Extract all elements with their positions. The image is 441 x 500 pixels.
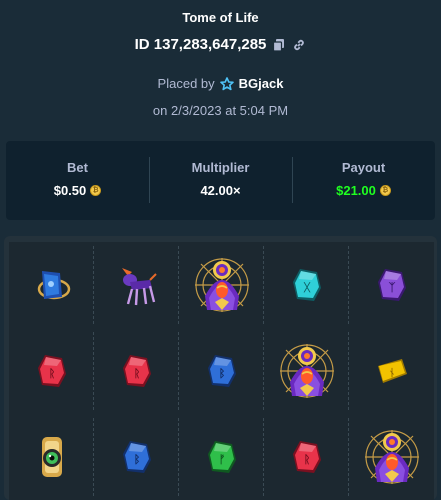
copy-icon[interactable]: [272, 38, 286, 52]
reel-cell: [9, 414, 94, 500]
purple-rune-icon: ᛉ: [375, 266, 409, 304]
bet-label: Bet: [67, 160, 88, 175]
payout-stat: Payout $21.00 ₿: [292, 141, 435, 220]
red-rune-icon: ᚱ: [120, 352, 154, 390]
reel-cell: ᚠ: [179, 414, 264, 500]
red-rune-icon: ᚱ: [290, 438, 324, 476]
multiplier-label: Multiplier: [191, 160, 250, 175]
multiplier-value: 42.00×: [200, 183, 241, 198]
reel-cell: [9, 242, 94, 328]
eye-priestess-wild-icon: [361, 426, 423, 488]
reel-cell: [179, 242, 264, 328]
svg-text:ᚠ: ᚠ: [218, 453, 225, 466]
game-title[interactable]: Tome of Life: [0, 10, 441, 25]
eye-priestess-wild-icon: [191, 254, 253, 316]
reel-cell: [94, 242, 179, 328]
link-icon[interactable]: [292, 38, 306, 52]
eye-priestess-wild-icon: [276, 340, 338, 402]
vip-star-icon: [219, 76, 234, 91]
green-rune-icon: ᚠ: [205, 438, 239, 476]
reel-cell: ᛒ: [179, 328, 264, 414]
svg-text:ᚷ: ᚷ: [302, 281, 310, 294]
placed-date: on 2/3/2023 at 5:04 PM: [152, 103, 289, 118]
reel-cell: [349, 414, 434, 500]
currency-coin-icon: ₿: [379, 185, 391, 196]
placed-by-row: Placed by BGjack: [0, 76, 441, 91]
bet-stat: Bet $0.50 ₿: [6, 141, 149, 220]
reel-cell: ᚱ: [9, 328, 94, 414]
purple-creature-icon: [116, 262, 158, 308]
bet-value: $0.50: [53, 183, 87, 198]
payout-label: Payout: [341, 160, 386, 175]
reel-cell: ᛒ: [94, 414, 179, 500]
red-rune-icon: ᚱ: [35, 352, 69, 390]
svg-text:ᚾ: ᚾ: [389, 367, 395, 379]
cyan-rune-icon: ᚷ: [290, 266, 324, 304]
bet-details-header: Tome of Life ID 137,283,647,285 Placed b…: [0, 0, 441, 140]
placed-by-label: Placed by: [157, 76, 215, 91]
multiplier-stat: Multiplier 42.00×: [149, 141, 292, 220]
reel-cell: ᚾ: [349, 328, 434, 414]
bet-stats-panel: Bet $0.50 ₿ Multiplier 42.00× Payout $21…: [6, 141, 435, 220]
currency-coin-icon: ₿: [90, 185, 102, 196]
blue-tablet-icon: [32, 265, 72, 305]
reel-cell: ᛉ: [349, 242, 434, 328]
reel-cell: ᚱ: [94, 328, 179, 414]
svg-text:ᛒ: ᛒ: [133, 453, 140, 466]
reel-cell: [264, 328, 349, 414]
blue-rune-icon: ᛒ: [120, 438, 154, 476]
svg-text:ᚱ: ᚱ: [48, 367, 55, 380]
username-link[interactable]: BGjack: [239, 76, 284, 91]
golden-eye-amulet-icon: [35, 435, 69, 479]
bet-id-row: ID 137,283,647,285: [0, 36, 441, 53]
svg-text:ᛉ: ᛉ: [388, 281, 395, 294]
yellow-rune-icon: ᚾ: [374, 356, 410, 386]
svg-text:ᚱ: ᚱ: [303, 453, 310, 466]
blue-rune-icon: ᛒ: [205, 352, 239, 390]
payout-value: $21.00: [336, 183, 376, 198]
reel-cell: ᚱ: [264, 414, 349, 500]
bet-id: ID 137,283,647,285: [134, 36, 267, 53]
reel-board: ᚷ ᛉ ᚱ ᚱ ᛒ ᚾ ᛒ ᚠ ᚱ: [9, 242, 434, 500]
svg-text:ᚱ: ᚱ: [133, 367, 140, 380]
reel-cell: ᚷ: [264, 242, 349, 328]
svg-text:ᛒ: ᛒ: [218, 367, 225, 380]
